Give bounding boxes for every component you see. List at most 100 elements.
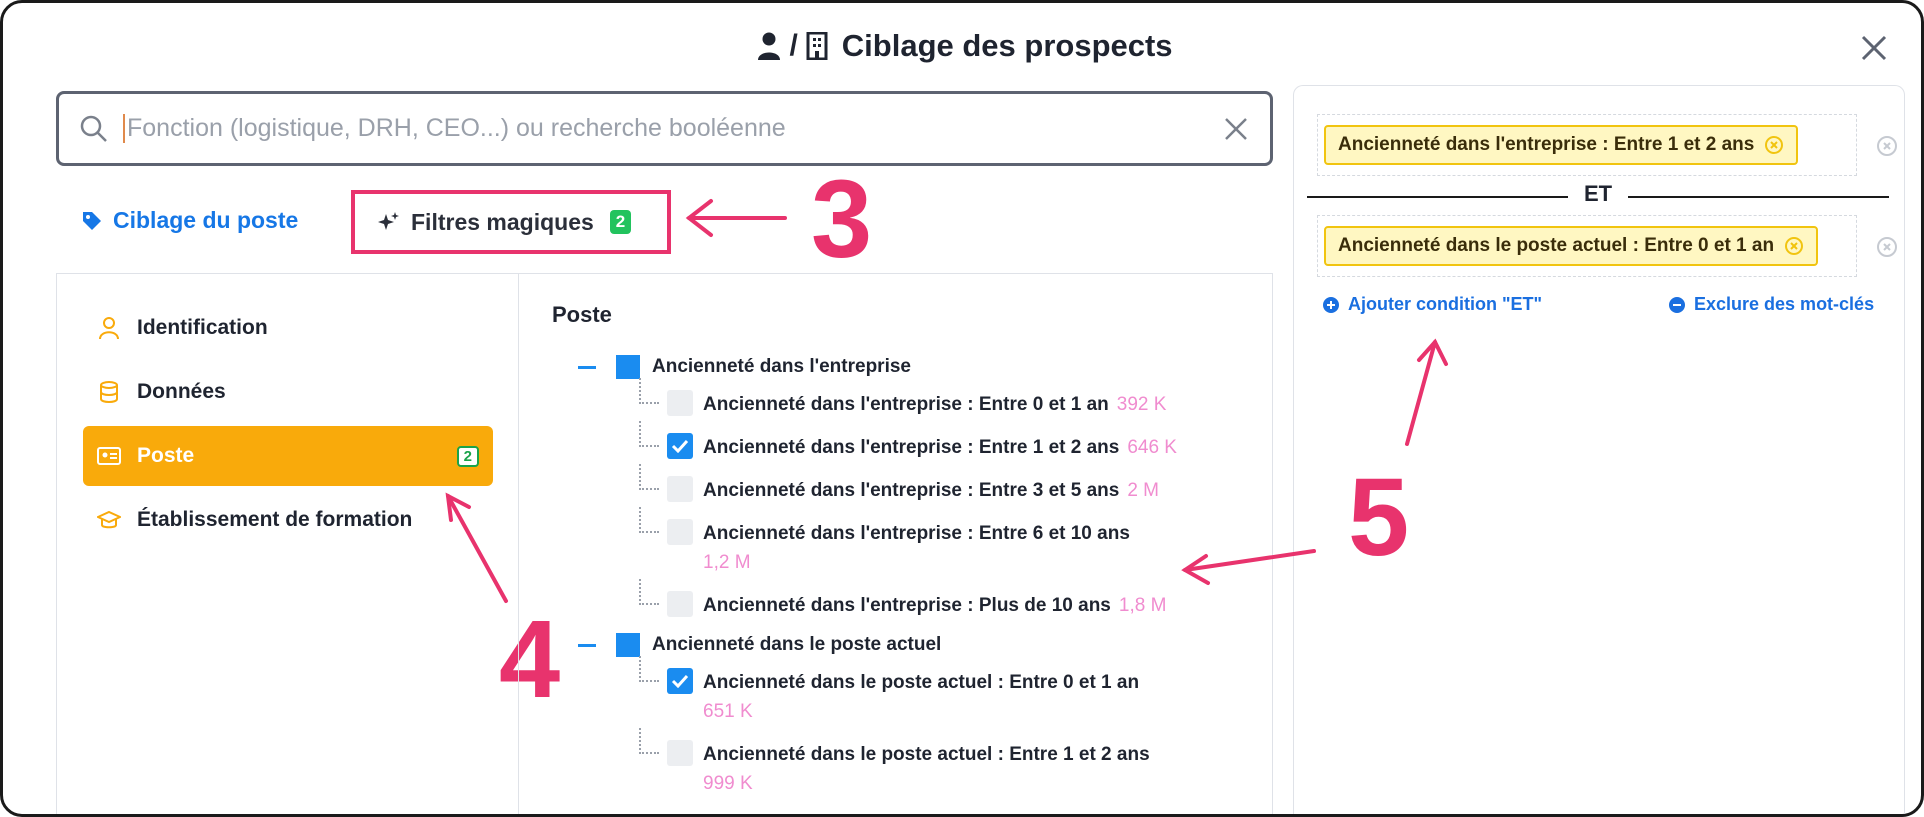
- tree-connector: [639, 579, 659, 605]
- leaf-checkbox[interactable]: [667, 591, 693, 617]
- leaf-count: 1,8 M: [1118, 595, 1167, 616]
- prospect-targeting-modal: / Ciblage des prospects Fonction (logist…: [0, 0, 1924, 817]
- leaf-checkbox[interactable]: [667, 668, 693, 694]
- sidebar-item-label: Données: [137, 380, 226, 403]
- filters-panel: Identification Données Poste 2 Établisse…: [56, 273, 1273, 814]
- sidebar-item-label: Identification: [137, 316, 268, 339]
- tree-leaf[interactable]: Ancienneté dans l'entreprise : Entre 0 e…: [627, 378, 1272, 427]
- tree-connector: [639, 507, 659, 533]
- tree-connector: [639, 464, 659, 490]
- checkmark-icon: [671, 674, 689, 688]
- minus-circle-icon: [1669, 296, 1685, 313]
- leaf-count: 392 K: [1116, 394, 1167, 415]
- exclude-keywords-button[interactable]: Exclure des mot-clés: [1668, 294, 1874, 315]
- add-and-condition-button[interactable]: Ajouter condition "ET": [1322, 294, 1542, 315]
- leaf-count: 999 K: [703, 773, 753, 794]
- operator-label: ET: [1568, 181, 1629, 207]
- leaf-checkbox[interactable]: [667, 740, 693, 766]
- tree-connector: [639, 378, 659, 404]
- title-separator: /: [789, 29, 798, 62]
- tree-leaf[interactable]: Ancienneté dans le poste actuel : Entre …: [627, 728, 1272, 806]
- condition-box: Ancienneté dans l'entreprise : Entre 1 e…: [1317, 114, 1897, 176]
- close-icon[interactable]: [1857, 31, 1891, 65]
- sidebar-nav: Identification Données Poste 2 Établisse…: [83, 298, 493, 554]
- tab-filtres-magiques[interactable]: Filtres magiques 2: [351, 190, 671, 254]
- group-checkbox[interactable]: [616, 633, 640, 657]
- title-icons: /: [757, 29, 828, 63]
- leaf-label: Ancienneté dans l'entreprise : Entre 1 e…: [703, 437, 1120, 458]
- add-and-condition-label: Ajouter condition "ET": [1348, 294, 1543, 314]
- group-checkbox[interactable]: [616, 355, 640, 379]
- sidebar-item-donnees[interactable]: Données: [83, 362, 493, 422]
- leaf-checkbox[interactable]: [667, 390, 693, 416]
- clear-icon[interactable]: [1222, 115, 1250, 143]
- panel-divider: [518, 274, 519, 814]
- search-input[interactable]: Fonction (logistique, DRH, CEO...) ou re…: [56, 91, 1273, 166]
- remove-condition-icon[interactable]: [1876, 236, 1898, 258]
- tree-leaf[interactable]: Ancienneté dans l'entreprise : Entre 6 e…: [627, 507, 1272, 585]
- exclude-keywords-label: Exclure des mot-clés: [1694, 294, 1875, 314]
- search-placeholder: Fonction (logistique, DRH, CEO...) ou re…: [123, 114, 1222, 143]
- arrow-to-filtres-tab: [685, 199, 787, 237]
- person-outline-icon: [97, 316, 121, 340]
- search-icon: [80, 115, 107, 142]
- condition-chip[interactable]: Ancienneté dans l'entreprise : Entre 1 e…: [1324, 125, 1799, 165]
- sparkles-icon: [378, 212, 399, 230]
- plus-circle-icon: [1323, 296, 1339, 313]
- sidebar-item-formation[interactable]: Établissement de formation: [83, 490, 493, 550]
- collapse-icon[interactable]: [578, 365, 596, 369]
- leaf-label: Ancienneté dans le poste actuel : Entre …: [703, 672, 1140, 693]
- tree-group[interactable]: Ancienneté dans l'entreprise: [578, 350, 1272, 384]
- tab-ciblage-label: Ciblage du poste: [113, 207, 299, 233]
- sidebar-item-label: Établissement de formation: [137, 508, 413, 531]
- leaf-label: Ancienneté dans le poste actuel : Entre …: [703, 744, 1150, 765]
- graduation-cap-icon: [97, 508, 121, 532]
- leaf-label: Ancienneté dans l'entreprise : Plus de 1…: [703, 595, 1111, 616]
- annotation-number-3: 3: [811, 158, 873, 281]
- tree-leaf[interactable]: Ancienneté dans l'entreprise : Entre 1 e…: [627, 421, 1272, 470]
- leaf-count: 646 K: [1127, 437, 1177, 458]
- building-icon: [806, 32, 828, 60]
- sidebar-item-count: 2: [456, 445, 479, 467]
- sidebar-item-poste[interactable]: Poste 2: [83, 426, 493, 486]
- group-label: Ancienneté dans l'entreprise: [652, 356, 911, 377]
- tree-connector: [639, 421, 659, 447]
- modal-header: / Ciblage des prospects: [3, 21, 1921, 71]
- remove-condition-icon[interactable]: [1876, 135, 1898, 157]
- remove-chip-icon[interactable]: [1764, 135, 1784, 155]
- tag-icon: [83, 211, 101, 230]
- tree-leaf[interactable]: Ancienneté dans l'entreprise : Entre 3 e…: [627, 464, 1272, 513]
- collapse-icon[interactable]: [578, 643, 596, 647]
- leaf-checkbox[interactable]: [667, 433, 693, 459]
- group-label: Ancienneté dans le poste actuel: [652, 634, 942, 655]
- sidebar-item-identification[interactable]: Identification: [83, 298, 493, 358]
- condition-chip[interactable]: Ancienneté dans le poste actuel : Entre …: [1324, 226, 1819, 266]
- person-icon: [758, 32, 781, 60]
- tree-leaf[interactable]: Ancienneté dans l'entreprise : Plus de 1…: [627, 579, 1272, 628]
- tree-title: Poste: [552, 302, 612, 327]
- leaf-label: Ancienneté dans l'entreprise : Entre 0 e…: [703, 394, 1109, 415]
- conditions-panel: Ancienneté dans l'entreprise : Entre 1 e…: [1293, 85, 1905, 814]
- condition-box: Ancienneté dans le poste actuel : Entre …: [1317, 215, 1897, 277]
- leaf-label: Ancienneté dans l'entreprise : Entre 3 e…: [703, 480, 1120, 501]
- checkmark-icon: [671, 439, 689, 453]
- leaf-checkbox[interactable]: [667, 476, 693, 502]
- tree-connector: [639, 656, 659, 682]
- database-icon: [97, 380, 121, 404]
- tab-filtres-label: Filtres magiques: [411, 208, 594, 235]
- tab-ciblage-du-poste[interactable]: Ciblage du poste: [81, 207, 298, 234]
- remove-chip-icon[interactable]: [1784, 236, 1804, 256]
- leaf-count: 651 K: [703, 701, 753, 722]
- id-card-icon: [97, 444, 121, 468]
- leaf-count: 2 M: [1127, 480, 1160, 501]
- sidebar-item-label: Poste: [137, 444, 195, 467]
- filter-tree: Poste Ancienneté dans l'entreprise Ancie…: [552, 302, 1272, 806]
- condition-chip-label: Ancienneté dans le poste actuel : Entre …: [1338, 235, 1775, 256]
- tree-connector: [639, 728, 659, 754]
- page-title: Ciblage des prospects: [841, 28, 1173, 63]
- leaf-checkbox[interactable]: [667, 519, 693, 545]
- tree-group[interactable]: Ancienneté dans le poste actuel: [578, 628, 1272, 662]
- tree-leaf[interactable]: Ancienneté dans le poste actuel : Entre …: [627, 656, 1272, 734]
- condition-chip-label: Ancienneté dans l'entreprise : Entre 1 e…: [1338, 134, 1755, 155]
- filter-count-badge: 2: [609, 210, 632, 234]
